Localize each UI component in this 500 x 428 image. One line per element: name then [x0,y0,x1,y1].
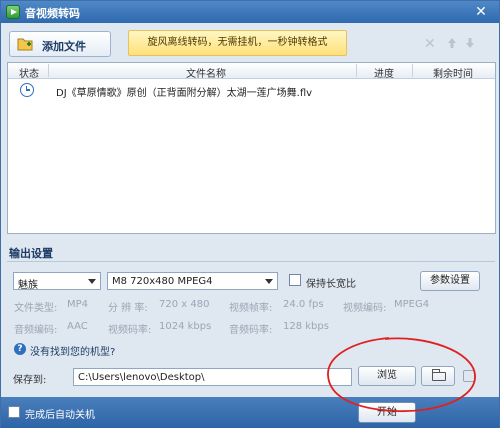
device-brand-select[interactable]: 魅族 [13,272,101,291]
resolution-value: 720 x 480 [159,299,210,310]
save-path-field[interactable]: C:\Users\lenovo\Desktop\ [73,368,352,386]
output-settings-title: 输出设置 [9,247,53,260]
move-up-icon[interactable] [447,37,457,49]
add-file-label: 添加文件 [42,40,86,53]
title-bar[interactable]: 音视频转码 ✕ [1,1,499,23]
section-divider [7,261,495,262]
column-divider [48,64,49,77]
audio-codec-value: AAC [67,321,88,332]
chevron-down-icon [88,279,96,284]
device-not-found-link[interactable]: 没有找到您的机型? [30,343,115,358]
column-divider [412,64,413,77]
window-title: 音视频转码 [25,7,80,20]
open-folder-button[interactable] [421,366,455,386]
bottom-bar: 完成后自动关机 开始 [1,397,499,428]
scroll-indicator-icon [463,370,475,382]
device-brand-value: 魅族 [18,280,38,291]
browse-button[interactable]: 浏览 [358,366,416,386]
keep-ratio-checkbox[interactable] [289,274,301,286]
frame-rate-value: 24.0 fps [283,299,324,310]
file-name: DJ《草原情歌》原创（正背面附分解）太湖一莲广场舞.flv [56,88,313,99]
clock-icon [20,83,34,97]
add-file-button[interactable]: 添加文件 [9,31,111,57]
file-type-label: 文件类型: [14,303,58,314]
column-status[interactable]: 状态 [12,65,46,80]
audio-bitrate-label: 音频码率: [229,325,273,336]
auto-shutdown-label: 完成后自动关机 [25,410,95,421]
file-type-value: MP4 [67,299,89,310]
video-codec-label: 视频编码: [343,303,387,314]
file-list[interactable]: 状态 文件名称 进度 剩余时间 DJ《草原情歌》原创（正背面附分解）太湖一莲广场… [7,62,496,234]
column-progress[interactable]: 进度 [358,65,410,80]
parameter-settings-button[interactable]: 参数设置 [420,271,480,291]
video-bitrate-value: 1024 kbps [159,321,212,332]
column-remaining[interactable]: 剩余时间 [414,65,492,80]
audio-codec-label: 音频编码: [14,325,58,336]
close-icon[interactable]: ✕ [473,4,489,20]
audio-bitrate-value: 128 kbps [283,321,329,332]
offline-convert-banner[interactable]: 旋风离线转码，无需挂机，一秒钟转格式 [128,30,347,56]
chevron-down-icon [265,279,273,284]
resolution-label: 分 辨 率: [108,303,148,314]
video-bitrate-label: 视频码率: [108,325,152,336]
format-value: M8 720x480 MPEG4 [112,276,213,287]
column-filename[interactable]: 文件名称 [50,65,362,80]
auto-shutdown-checkbox[interactable] [8,406,20,418]
format-select[interactable]: M8 720x480 MPEG4 [107,272,278,290]
column-divider [356,64,357,77]
help-icon[interactable]: ? [14,343,26,355]
file-list-header: 状态 文件名称 进度 剩余时间 [8,63,495,80]
file-row[interactable]: DJ《草原情歌》原创（正背面附分解）太湖一莲广场舞.flv [8,80,495,100]
save-to-label: 保存到: [13,375,47,386]
converter-window: 音视频转码 ✕ 添加文件 旋风离线转码，无需挂机，一秒钟转格式 ✕ 状态 文件名… [0,0,500,428]
add-folder-icon [17,38,33,51]
keep-ratio-label: 保持长宽比 [306,279,356,290]
frame-rate-label: 视频帧率: [229,303,273,314]
app-icon [6,5,20,19]
folder-icon [431,369,446,381]
start-button[interactable]: 开始 [358,402,416,423]
delete-icon[interactable]: ✕ [424,37,436,51]
move-down-icon[interactable] [465,37,475,49]
video-codec-value: MPEG4 [394,299,430,310]
